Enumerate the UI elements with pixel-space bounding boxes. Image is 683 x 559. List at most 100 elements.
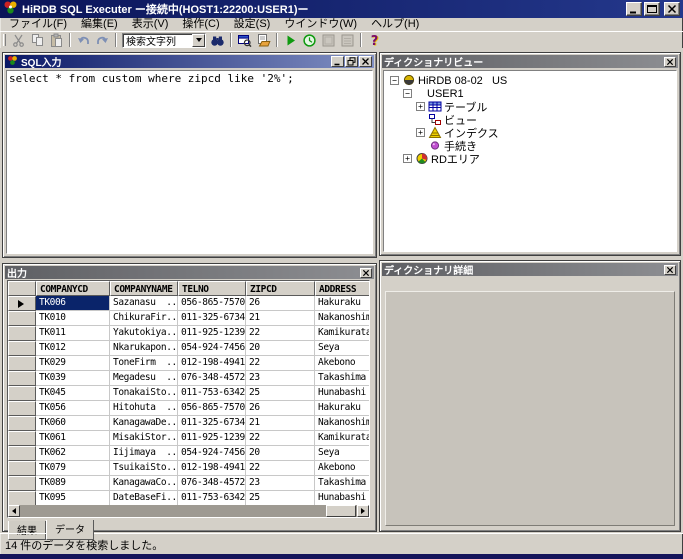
cell-ADDRESS[interactable]: Kamikurata: [315, 431, 370, 446]
row-selector[interactable]: [8, 371, 36, 386]
menu-ウインドウ(W)[interactable]: ウインドウ(W): [277, 18, 364, 31]
output-close-button[interactable]: [360, 268, 372, 278]
cell-COMPANYCD[interactable]: TK062: [36, 446, 110, 461]
tab-データ[interactable]: データ: [46, 520, 94, 540]
cell-ZIPCD[interactable]: 21: [246, 311, 315, 326]
cell-COMPANYCD[interactable]: TK006: [36, 296, 110, 311]
row-selector[interactable]: [8, 431, 36, 446]
cell-TELNO[interactable]: 011-753-6342: [178, 491, 246, 506]
cell-TELNO[interactable]: 011-925-1239: [178, 431, 246, 446]
cell-COMPANYCD[interactable]: TK060: [36, 416, 110, 431]
cell-TELNO[interactable]: 011-925-1239: [178, 326, 246, 341]
expand-toggle-icon[interactable]: +: [416, 128, 425, 137]
cell-COMPANYNAME[interactable]: Yakutokiya...: [110, 326, 178, 341]
column-header-TELNO[interactable]: TELNO: [178, 281, 246, 296]
cell-ADDRESS[interactable]: Takashima: [315, 476, 370, 491]
cell-ZIPCD[interactable]: 22: [246, 326, 315, 341]
cell-ADDRESS[interactable]: Hunabashi: [315, 386, 370, 401]
cell-ZIPCD[interactable]: 25: [246, 491, 315, 506]
cell-COMPANYNAME[interactable]: KanagawaDe...: [110, 416, 178, 431]
redo-button[interactable]: [93, 32, 112, 48]
row-selector[interactable]: [8, 491, 36, 506]
cell-ZIPCD[interactable]: 21: [246, 416, 315, 431]
column-header-COMPANYNAME[interactable]: COMPANYNAME: [110, 281, 178, 296]
open-file-button[interactable]: [254, 32, 273, 48]
dictionary-view-close-button[interactable]: [664, 57, 676, 67]
column-header-ZIPCD[interactable]: ZIPCD: [246, 281, 315, 296]
cell-TELNO[interactable]: 012-198-4941: [178, 356, 246, 371]
schedule-button[interactable]: [300, 32, 319, 48]
tree-item[interactable]: 手続き: [384, 139, 676, 152]
cell-COMPANYNAME[interactable]: Megadesu ...: [110, 371, 178, 386]
cell-TELNO[interactable]: 011-325-6734: [178, 416, 246, 431]
scroll-left-button[interactable]: [8, 505, 20, 517]
row-selector[interactable]: [8, 341, 36, 356]
cell-TELNO[interactable]: 056-865-7570: [178, 296, 246, 311]
cell-ADDRESS[interactable]: Nakanoshim: [315, 416, 370, 431]
cell-ZIPCD[interactable]: 26: [246, 401, 315, 416]
row-selector[interactable]: [8, 401, 36, 416]
cell-ZIPCD[interactable]: 22: [246, 356, 315, 371]
cell-COMPANYNAME[interactable]: TonakaiSto...: [110, 386, 178, 401]
cell-COMPANYCD[interactable]: TK010: [36, 311, 110, 326]
cell-ADDRESS[interactable]: Takashima: [315, 371, 370, 386]
help-button[interactable]: ??: [365, 32, 384, 48]
cell-COMPANYCD[interactable]: TK011: [36, 326, 110, 341]
cell-COMPANYNAME[interactable]: Nkarukapon...: [110, 341, 178, 356]
cell-TELNO[interactable]: 054-924-7456: [178, 446, 246, 461]
tree-item[interactable]: +RDエリア: [384, 152, 676, 165]
menu-ファイル(F)[interactable]: ファイル(F): [2, 18, 74, 31]
expand-toggle-icon[interactable]: +: [403, 154, 412, 163]
disabled-2-button[interactable]: [338, 32, 357, 48]
menu-設定(S)[interactable]: 設定(S): [227, 18, 278, 31]
cell-ADDRESS[interactable]: Akebono: [315, 356, 370, 371]
tree-item[interactable]: +インデクス: [384, 126, 676, 139]
dictionary-detail-close-button[interactable]: [664, 265, 676, 275]
cell-COMPANYCD[interactable]: TK012: [36, 341, 110, 356]
row-selector[interactable]: [8, 446, 36, 461]
menu-ヘルプ(H)[interactable]: ヘルプ(H): [364, 18, 426, 31]
grid-corner-header[interactable]: [8, 281, 36, 296]
row-selector[interactable]: [8, 416, 36, 431]
close-button[interactable]: [664, 2, 680, 16]
collapse-toggle-icon[interactable]: −: [390, 76, 399, 85]
cell-TELNO[interactable]: 054-924-7456: [178, 341, 246, 356]
toolbar-grip[interactable]: [3, 34, 6, 46]
cell-COMPANYCD[interactable]: TK029: [36, 356, 110, 371]
row-selector[interactable]: [8, 326, 36, 341]
cell-ADDRESS[interactable]: Hakuraku: [315, 401, 370, 416]
expand-toggle-icon[interactable]: +: [416, 102, 425, 111]
cell-TELNO[interactable]: 011-753-6342: [178, 386, 246, 401]
minimize-button[interactable]: [626, 2, 642, 16]
column-header-ADDRESS[interactable]: ADDRESS: [315, 281, 370, 296]
cell-TELNO[interactable]: 011-325-6734: [178, 311, 246, 326]
cell-COMPANYNAME[interactable]: Iijimaya ...: [110, 446, 178, 461]
sql-window-button[interactable]: [235, 32, 254, 48]
tree-item[interactable]: −USER1: [384, 87, 676, 100]
cell-TELNO[interactable]: 056-865-7570: [178, 401, 246, 416]
cut-button[interactable]: [9, 32, 28, 48]
cell-ZIPCD[interactable]: 20: [246, 341, 315, 356]
cell-TELNO[interactable]: 076-348-4572: [178, 371, 246, 386]
menu-操作(C)[interactable]: 操作(C): [175, 18, 226, 31]
cell-ZIPCD[interactable]: 22: [246, 431, 315, 446]
row-selector[interactable]: [8, 386, 36, 401]
cell-ADDRESS[interactable]: Akebono: [315, 461, 370, 476]
cell-ADDRESS[interactable]: Nakanoshim: [315, 311, 370, 326]
scrollbar-thumb[interactable]: [326, 505, 356, 517]
collapse-toggle-icon[interactable]: −: [403, 89, 412, 98]
cell-ZIPCD[interactable]: 23: [246, 371, 315, 386]
combobox-dropdown-icon[interactable]: [192, 34, 205, 47]
cell-ADDRESS[interactable]: Seya: [315, 341, 370, 356]
maximize-button[interactable]: [644, 2, 660, 16]
child-close-button[interactable]: [359, 56, 372, 67]
undo-button[interactable]: [74, 32, 93, 48]
cell-COMPANYCD[interactable]: TK039: [36, 371, 110, 386]
menu-編集(E)[interactable]: 編集(E): [74, 18, 125, 31]
disabled-1-button[interactable]: [319, 32, 338, 48]
cell-COMPANYNAME[interactable]: Sazanasu ...: [110, 296, 178, 311]
row-selector[interactable]: [8, 476, 36, 491]
row-selector[interactable]: [8, 461, 36, 476]
cell-COMPANYNAME[interactable]: KanagawaCo...: [110, 476, 178, 491]
cell-COMPANYCD[interactable]: TK045: [36, 386, 110, 401]
